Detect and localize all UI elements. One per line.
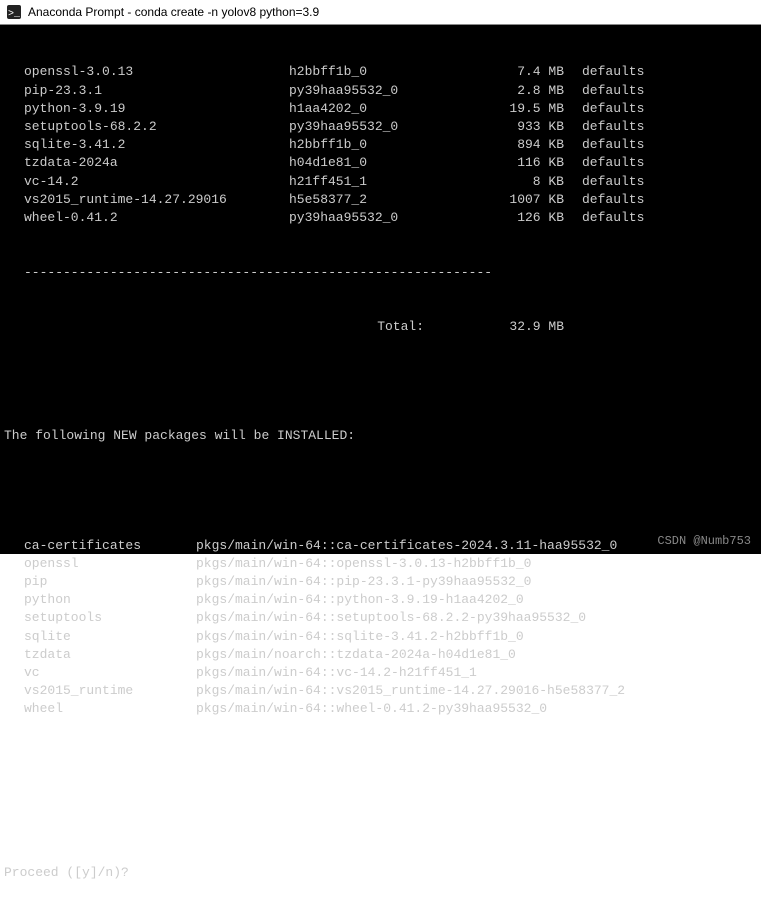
install-pkg-name: vc [4,664,196,682]
pkg-channel: defaults [574,63,757,81]
install-row: opensslpkgs/main/win-64::openssl-3.0.13-… [4,555,757,573]
pkg-build: h2bbff1b_0 [289,136,454,154]
pkg-channel: defaults [574,82,757,100]
total-label: Total: [4,318,454,336]
install-pkg-spec: pkgs/main/win-64::wheel-0.41.2-py39haa95… [196,700,757,718]
install-pkg-spec: pkgs/main/noarch::tzdata-2024a-h04d1e81_… [196,646,757,664]
pkg-channel: defaults [574,209,757,227]
install-pkg-name: pip [4,573,196,591]
install-row: pippkgs/main/win-64::pip-23.3.1-py39haa9… [4,573,757,591]
separator-line: ----------------------------------------… [4,264,757,282]
download-row: pip-23.3.1py39haa95532_02.8 MBdefaults [4,82,757,100]
install-row: vs2015_runtimepkgs/main/win-64::vs2015_r… [4,682,757,700]
pkg-size: 894 KB [454,136,574,154]
pkg-name: setuptools-68.2.2 [4,118,289,136]
window-title: Anaconda Prompt - conda create -n yolov8… [28,5,319,19]
pkg-size: 126 KB [454,209,574,227]
pkg-channel: defaults [574,100,757,118]
download-row: vc-14.2h21ff451_18 KBdefaults [4,173,757,191]
download-row: openssl-3.0.13h2bbff1b_07.4 MBdefaults [4,63,757,81]
pkg-build: py39haa95532_0 [289,209,454,227]
pkg-size: 933 KB [454,118,574,136]
pkg-name: openssl-3.0.13 [4,63,289,81]
install-pkg-name: openssl [4,555,196,573]
install-pkg-spec: pkgs/main/win-64::python-3.9.19-h1aa4202… [196,591,757,609]
download-row: sqlite-3.41.2h2bbff1b_0894 KBdefaults [4,136,757,154]
pkg-name: python-3.9.19 [4,100,289,118]
install-pkg-name: sqlite [4,628,196,646]
pkg-name: vc-14.2 [4,173,289,191]
pkg-size: 7.4 MB [454,63,574,81]
install-pkg-name: ca-certificates [4,537,196,555]
pkg-build: h21ff451_1 [289,173,454,191]
pkg-build: py39haa95532_0 [289,82,454,100]
download-row: python-3.9.19h1aa4202_019.5 MBdefaults [4,100,757,118]
install-pkg-spec: pkgs/main/win-64::sqlite-3.41.2-h2bbff1b… [196,628,757,646]
install-heading: The following NEW packages will be INSTA… [4,427,757,445]
install-pkg-spec: pkgs/main/win-64::vs2015_runtime-14.27.2… [196,682,757,700]
install-pkg-spec: pkgs/main/win-64::setuptools-68.2.2-py39… [196,609,757,627]
download-row: tzdata-2024ah04d1e81_0116 KBdefaults [4,154,757,172]
window-titlebar[interactable]: >_ Anaconda Prompt - conda create -n yol… [0,0,761,25]
download-row: wheel-0.41.2py39haa95532_0126 KBdefaults [4,209,757,227]
install-pkg-name: tzdata [4,646,196,664]
proceed-prompt[interactable]: Proceed ([y]/n)? [4,864,757,882]
pkg-size: 19.5 MB [454,100,574,118]
svg-text:>_: >_ [8,9,21,20]
pkg-name: wheel-0.41.2 [4,209,289,227]
install-row: ca-certificatespkgs/main/win-64::ca-cert… [4,537,757,555]
install-pkg-spec: pkgs/main/win-64::openssl-3.0.13-h2bbff1… [196,555,757,573]
install-row: pythonpkgs/main/win-64::python-3.9.19-h1… [4,591,757,609]
pkg-channel: defaults [574,191,757,209]
total-row: Total: 32.9 MB [4,318,757,336]
pkg-build: h1aa4202_0 [289,100,454,118]
install-pkg-name: python [4,591,196,609]
download-row: setuptools-68.2.2py39haa95532_0933 KBdef… [4,118,757,136]
install-row: setuptoolspkgs/main/win-64::setuptools-6… [4,609,757,627]
install-row: sqlitepkgs/main/win-64::sqlite-3.41.2-h2… [4,628,757,646]
pkg-channel: defaults [574,173,757,191]
terminal-area[interactable]: openssl-3.0.13h2bbff1b_07.4 MBdefaultspi… [0,25,761,554]
install-pkg-name: wheel [4,700,196,718]
install-row: tzdatapkgs/main/noarch::tzdata-2024a-h04… [4,646,757,664]
pkg-name: pip-23.3.1 [4,82,289,100]
install-pkg-name: vs2015_runtime [4,682,196,700]
download-row: vs2015_runtime-14.27.29016h5e58377_21007… [4,191,757,209]
pkg-size: 2.8 MB [454,82,574,100]
install-pkg-spec: pkgs/main/win-64::pip-23.3.1-py39haa9553… [196,573,757,591]
anaconda-icon: >_ [6,4,22,20]
pkg-channel: defaults [574,118,757,136]
install-pkg-name: setuptools [4,609,196,627]
watermark-text: CSDN @Numb753 [657,532,751,550]
pkg-channel: defaults [574,154,757,172]
pkg-size: 116 KB [454,154,574,172]
pkg-name: vs2015_runtime-14.27.29016 [4,191,289,209]
install-row: wheelpkgs/main/win-64::wheel-0.41.2-py39… [4,700,757,718]
pkg-build: h04d1e81_0 [289,154,454,172]
install-pkg-spec: pkgs/main/win-64::vc-14.2-h21ff451_1 [196,664,757,682]
pkg-name: sqlite-3.41.2 [4,136,289,154]
pkg-name: tzdata-2024a [4,154,289,172]
pkg-channel: defaults [574,136,757,154]
pkg-build: h5e58377_2 [289,191,454,209]
pkg-size: 8 KB [454,173,574,191]
install-row: vcpkgs/main/win-64::vc-14.2-h21ff451_1 [4,664,757,682]
total-value: 32.9 MB [454,318,574,336]
pkg-build: py39haa95532_0 [289,118,454,136]
pkg-build: h2bbff1b_0 [289,63,454,81]
pkg-size: 1007 KB [454,191,574,209]
